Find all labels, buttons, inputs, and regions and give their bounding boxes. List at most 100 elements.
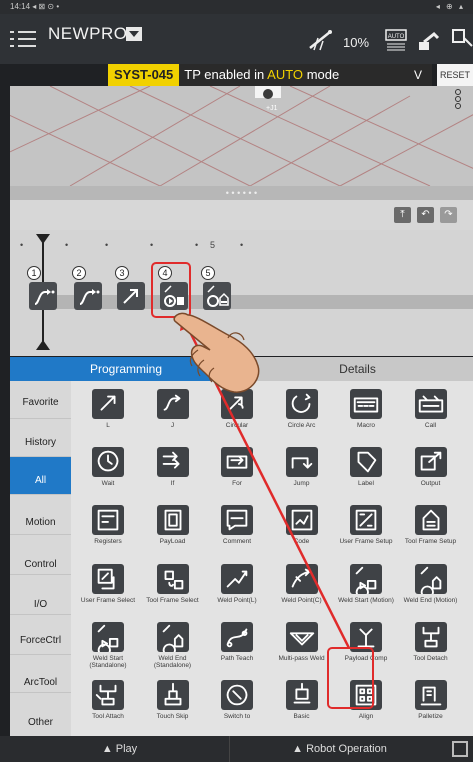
speed-override-value[interactable]: 10% xyxy=(343,35,369,50)
instruction-icon xyxy=(414,505,447,536)
instruction-label: Circle Arc xyxy=(287,422,316,429)
instruction-circle-arc[interactable]: Circle Arc xyxy=(273,383,327,441)
category-forcectrl[interactable]: ForceCtrl xyxy=(10,617,71,655)
category-other[interactable]: Other xyxy=(10,695,71,733)
robot-3d-view[interactable]: +J1 xyxy=(10,86,473,186)
instruction-touch-skip[interactable]: Touch Skip xyxy=(144,674,198,732)
instruction-label: L xyxy=(106,422,110,429)
instruction-tool-frame-select[interactable]: Tool Frame Select xyxy=(144,558,199,616)
instruction-label: For xyxy=(232,480,242,488)
instruction-weld-point-l[interactable]: Weld Point(L) xyxy=(208,558,262,616)
alarm-expand-icon[interactable]: V xyxy=(414,64,422,86)
instruction-label: Weld Start (Standalone) xyxy=(89,654,127,669)
instruction-weld-end-motion[interactable]: Weld End (Motion) xyxy=(402,558,457,616)
alarm-message-mode: AUTO xyxy=(267,67,304,82)
instruction-call[interactable]: Call xyxy=(402,383,456,441)
alarm-message-suffix: mode xyxy=(306,67,340,82)
instruction-label: Weld End (Motion) xyxy=(403,596,458,604)
instruction-if[interactable]: If xyxy=(144,441,198,499)
alarm-code: SYST-045 xyxy=(108,64,180,86)
alarm-banner[interactable]: SYST-045 TP enabled in AUTO mode V xyxy=(108,64,432,86)
instruction-path-teach[interactable]: Path Teach xyxy=(208,616,262,674)
undo-icon[interactable]: ↶ xyxy=(417,207,434,223)
timeline-step-j-move[interactable] xyxy=(74,282,102,310)
hamburger-menu-icon[interactable] xyxy=(10,26,36,52)
instruction-weld-start-standalone[interactable]: Weld Start (Standalone) xyxy=(79,616,133,674)
panel-resize-handle[interactable]: • • • • • • xyxy=(10,186,473,200)
teach-pendant-icon[interactable] xyxy=(450,28,473,52)
tab-details[interactable]: Details xyxy=(242,357,473,381)
play-button[interactable]: ▲ Play xyxy=(10,736,230,762)
instruction-icon xyxy=(414,621,447,652)
auto-mode-icon[interactable]: AUTO xyxy=(385,28,409,52)
instruction-weld-point-c[interactable]: Weld Point(C) xyxy=(273,558,327,616)
instruction-label: Align xyxy=(358,713,374,720)
instruction-jump[interactable]: Jump xyxy=(273,441,327,499)
robot-operation-button[interactable]: ▲ Robot Operation xyxy=(232,736,447,762)
instruction-weld-start-motion[interactable]: Weld Start (Motion) xyxy=(337,558,394,616)
instruction-icon xyxy=(350,389,382,419)
instruction-palletize[interactable]: Palletize xyxy=(402,674,456,732)
instruction-user-frame-select[interactable]: User Frame Select xyxy=(79,558,135,616)
instruction-icon xyxy=(414,447,447,478)
save-icon[interactable] xyxy=(452,741,468,757)
upload-icon[interactable]: ⤒ xyxy=(394,207,411,223)
category-motion[interactable]: Motion xyxy=(10,497,71,535)
instruction-icon xyxy=(285,680,318,710)
category-sidebar: Favorite History All Motion Control I/O … xyxy=(10,381,71,736)
instruction-label: Comment xyxy=(222,538,252,546)
instruction-label: Tool Detach xyxy=(413,654,448,662)
instruction-tool-detach[interactable]: Tool Detach xyxy=(402,616,456,674)
program-dropdown-icon[interactable] xyxy=(126,27,142,41)
instruction-tool-attach[interactable]: Tool Attach xyxy=(79,674,133,732)
timeline-step-l-move[interactable] xyxy=(29,282,57,310)
instruction-wait[interactable]: Wait xyxy=(79,441,133,499)
instruction-switch-to[interactable]: Switch to xyxy=(208,674,262,732)
timeline-step-linear-move[interactable] xyxy=(117,282,145,310)
robot-status-icon[interactable] xyxy=(416,28,440,52)
auto-mode-label: AUTO xyxy=(388,34,405,40)
redo-icon[interactable]: ↷ xyxy=(440,207,457,223)
step-number: 3 xyxy=(115,266,129,280)
instruction-label: Tool Attach xyxy=(92,713,124,720)
view-options-icon[interactable] xyxy=(455,89,461,109)
instruction-tool-frame-setup[interactable]: Tool Frame Setup xyxy=(402,499,456,557)
instruction-label: User Frame Setup xyxy=(339,538,393,546)
alarm-message-prefix: TP enabled in xyxy=(184,67,265,82)
instruction-macro[interactable]: Macro xyxy=(337,383,391,441)
instruction-output[interactable]: Output xyxy=(402,441,456,499)
instruction-label[interactable]: Label xyxy=(337,441,391,499)
category-io[interactable]: I/O xyxy=(10,577,71,615)
highlight-weld-start-motion xyxy=(327,647,374,709)
instruction-payload[interactable]: PayLoad xyxy=(144,499,198,557)
category-all[interactable]: All xyxy=(10,457,71,495)
instruction-user-frame-setup[interactable]: User Frame Setup xyxy=(337,499,393,557)
category-favorite[interactable]: Favorite xyxy=(10,381,71,419)
speed-override-icon[interactable] xyxy=(308,28,332,52)
instruction-icon xyxy=(156,563,189,594)
instruction-icon xyxy=(221,505,253,536)
instruction-comment[interactable]: Comment xyxy=(208,499,262,557)
category-arctool[interactable]: ArcTool xyxy=(10,655,71,693)
instruction-icon xyxy=(414,389,447,419)
instruction-for[interactable]: For xyxy=(208,441,262,499)
instruction-icon xyxy=(156,505,189,536)
instruction-icon xyxy=(221,621,253,652)
instruction-multi-pass-weld[interactable]: Multi-pass Weld xyxy=(273,616,327,674)
instruction-weld-end-standalone[interactable]: Weld End (Standalone) xyxy=(144,616,198,674)
category-history[interactable]: History xyxy=(10,419,71,457)
category-control[interactable]: Control xyxy=(10,537,71,575)
instruction-registers[interactable]: Registers xyxy=(79,499,133,557)
instruction-icon xyxy=(350,505,382,536)
instruction-label: Registers xyxy=(94,538,122,546)
clock: 14:14 xyxy=(10,2,31,11)
instruction-basic[interactable]: Basic xyxy=(273,674,327,732)
instruction-label: Weld Point(L) xyxy=(217,596,257,604)
instruction-icon xyxy=(285,505,318,536)
instruction-l[interactable]: L xyxy=(79,383,133,441)
status-icons: ◂ ⊠ ⊙ • xyxy=(32,2,60,11)
top-toolbar: NEWPROG 10% AUTO xyxy=(0,14,473,64)
instruction-code[interactable]: Code xyxy=(273,499,327,557)
instruction-label: Label xyxy=(358,480,374,488)
reset-button[interactable]: RESET xyxy=(437,64,473,86)
